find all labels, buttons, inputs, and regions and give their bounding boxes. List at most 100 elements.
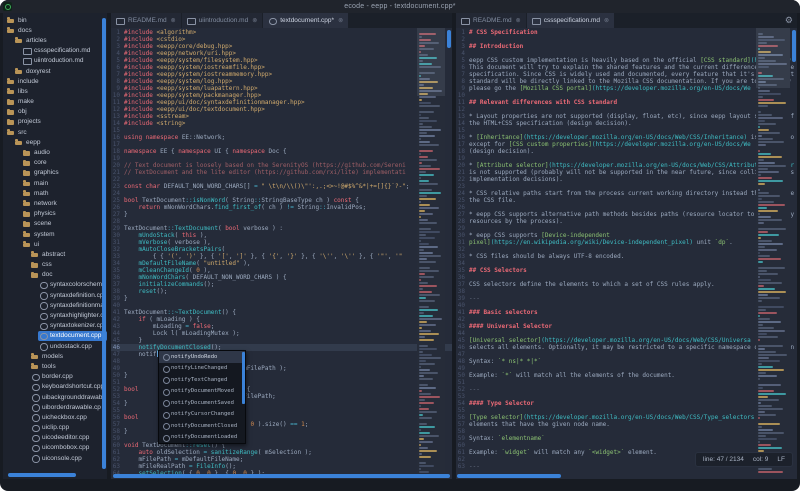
tab-close-icon[interactable]: ⊗ — [516, 18, 521, 24]
tree-item-uicombobox.cpp[interactable]: uicombobox.cpp — [3, 443, 107, 453]
center-editor[interactable]: 1#include <algorithm>2#include <cstdio>3… — [111, 28, 452, 479]
tab-uiintroduction.md[interactable]: uiintroduction.md⊗ — [182, 13, 263, 28]
tab-close-icon[interactable]: ⊗ — [171, 18, 176, 24]
tree-item-include[interactable]: include — [3, 76, 107, 86]
tree-item-uibackgrounddrawab[interactable]: uibackgrounddrawab — [3, 392, 107, 402]
completion-item-notifyDocumentClosed[interactable]: notifyDocumentClosed — [159, 420, 245, 432]
cpp-file-icon — [31, 413, 40, 421]
completion-item-notifyCursorChanged[interactable]: notifyCursorChanged — [159, 409, 245, 421]
tree-item-abstract[interactable]: abstract — [3, 249, 107, 259]
minimap-viewport[interactable] — [756, 28, 790, 88]
tab-README.md[interactable]: README.md⊗ — [456, 13, 526, 28]
right-horizontal-scrollbar[interactable] — [457, 474, 561, 478]
tree-item-core[interactable]: core — [3, 158, 107, 168]
tree-item-label: uibackgrounddrawab — [42, 394, 102, 401]
tree-item-label: docs — [18, 27, 32, 34]
tree-item-ui[interactable]: ui — [3, 239, 107, 249]
center-horizontal-scrollbar[interactable] — [113, 474, 450, 478]
tree-item-uiintroduction.md[interactable]: uiintroduction.md — [3, 56, 107, 66]
status-eol[interactable]: LF — [777, 456, 785, 463]
popup-scrollbar[interactable] — [242, 352, 245, 404]
tree-item-label: doxyrest — [26, 68, 51, 75]
tree-item-libs[interactable]: libs — [3, 86, 107, 96]
title-bar[interactable]: ecode - eepp - textdocument.cpp* — [0, 0, 800, 13]
tree-item-make[interactable]: make — [3, 97, 107, 107]
tree-item-css[interactable]: css — [3, 260, 107, 270]
tree-item-uiconsole.cpp[interactable]: uiconsole.cpp — [3, 453, 107, 463]
tree-item-cssspecification.md[interactable]: cssspecification.md — [3, 46, 107, 56]
minimap-viewport[interactable] — [417, 28, 445, 96]
tree-item-tools[interactable]: tools — [3, 361, 107, 371]
tree-item-system[interactable]: system — [3, 229, 107, 239]
tab-cssspecification.md[interactable]: cssspecification.md⊗ — [527, 13, 614, 28]
tree-item-eepp[interactable]: eepp — [3, 137, 107, 147]
completion-item-notifyDocumentMoved[interactable]: notifyDocumentMoved — [159, 386, 245, 398]
right-editor[interactable]: 1# CSS Specification23## Introduction45e… — [456, 28, 797, 479]
tree-item-docs[interactable]: docs — [3, 25, 107, 35]
tab-close-icon[interactable]: ⊗ — [252, 18, 257, 24]
completion-item-notifyTextChanged[interactable]: notifyTextChanged — [159, 374, 245, 386]
editor-pane-center: README.md⊗uiintroduction.md⊗textdocument… — [111, 13, 452, 479]
completion-item-notifyUndoRedo[interactable]: notifyUndoRedo — [159, 351, 245, 363]
tree-item-main[interactable]: main — [3, 178, 107, 188]
settings-gear-icon[interactable]: ⚙ — [785, 15, 793, 26]
folder-icon — [23, 230, 32, 238]
tree-item-label: cssspecification.md — [34, 47, 90, 54]
folder-icon — [7, 128, 16, 136]
tree-item-uiclip.cpp[interactable]: uiclip.cpp — [3, 423, 107, 433]
tree-item-projects[interactable]: projects — [3, 117, 107, 127]
tree-item-keyboardshortcut.cpp[interactable]: keyboardshortcut.cpp — [3, 382, 107, 392]
tree-item-graphics[interactable]: graphics — [3, 168, 107, 178]
tree-item-physics[interactable]: physics — [3, 209, 107, 219]
tree-item-uiborderdrawable.cp[interactable]: uiborderdrawable.cp — [3, 402, 107, 412]
tree-item-obj[interactable]: obj — [3, 107, 107, 117]
tree-item-label: audio — [34, 149, 50, 156]
tree-item-doc[interactable]: doc — [3, 270, 107, 280]
folder-icon — [23, 199, 32, 207]
tree-item-syntaxhighlighter.c[interactable]: syntaxhighlighter.c — [3, 310, 107, 320]
cpp-file-icon — [31, 434, 40, 442]
tree-item-label: uicheckbox.cpp — [42, 414, 87, 421]
tree-item-doxyrest[interactable]: doxyrest — [3, 66, 107, 76]
tree-item-label: syntaxdefinitionma — [50, 302, 104, 309]
tree-item-label: uiconsole.cpp — [42, 455, 82, 462]
tree-item-label: graphics — [34, 169, 59, 176]
tree-item-textdocument.cpp[interactable]: textdocument.cpp — [3, 331, 107, 341]
tab-close-icon[interactable]: ⊗ — [338, 18, 343, 24]
tree-item-models[interactable]: models — [3, 351, 107, 361]
folder-icon — [7, 118, 16, 126]
tree-item-audio[interactable]: audio — [3, 147, 107, 157]
sidebar-vertical-scrollbar[interactable] — [102, 18, 106, 469]
tree-item-scene[interactable]: scene — [3, 219, 107, 229]
center-vertical-scrollbar[interactable] — [447, 30, 451, 48]
tree-item-label: textdocument.cpp — [50, 332, 101, 339]
folder-icon — [31, 362, 40, 370]
tab-README.md[interactable]: README.md⊗ — [111, 13, 181, 28]
tree-item-bin[interactable]: bin — [3, 15, 107, 25]
code-area-cssspecification[interactable]: 1# CSS Specification23## Introduction45e… — [456, 28, 797, 470]
tree-item-border.cpp[interactable]: border.cpp — [3, 372, 107, 382]
minimap[interactable] — [417, 28, 445, 473]
sidebar-horizontal-scrollbar[interactable] — [8, 473, 76, 477]
tree-item-uicheckbox.cpp[interactable]: uicheckbox.cpp — [3, 412, 107, 422]
method-icon — [162, 377, 168, 383]
tab-textdocument.cpp*[interactable]: textdocument.cpp*⊗ — [263, 13, 348, 28]
tree-item-syntaxdefinitionma[interactable]: syntaxdefinitionma — [3, 300, 107, 310]
tree-item-math[interactable]: math — [3, 188, 107, 198]
tree-item-syntaxtokenizer.cp[interactable]: syntaxtokenizer.cp — [3, 321, 107, 331]
folder-icon — [23, 210, 32, 218]
tree-item-syntaxdefinition.cp[interactable]: syntaxdefinition.cp — [3, 290, 107, 300]
completion-item-notifyDocumentLoaded[interactable]: notifyDocumentLoaded — [159, 432, 245, 444]
right-vertical-scrollbar[interactable] — [792, 30, 796, 62]
minimap[interactable] — [756, 28, 790, 473]
tree-item-src[interactable]: src — [3, 127, 107, 137]
tree-item-label: libs — [18, 88, 28, 95]
tree-item-syntaxcolorscheme[interactable]: syntaxcolorscheme — [3, 280, 107, 290]
tree-item-undostack.cpp[interactable]: undostack.cpp — [3, 341, 107, 351]
completion-item-notifyDocumentSaved[interactable]: notifyDocumentSaved — [159, 397, 245, 409]
tree-item-uicodeeditor.cpp[interactable]: uicodeeditor.cpp — [3, 433, 107, 443]
completion-item-notifyLineChanged[interactable]: notifyLineChanged — [159, 363, 245, 375]
tree-item-network[interactable]: network — [3, 198, 107, 208]
tab-close-icon[interactable]: ⊗ — [604, 18, 609, 24]
tree-item-articles[interactable]: articles — [3, 35, 107, 45]
